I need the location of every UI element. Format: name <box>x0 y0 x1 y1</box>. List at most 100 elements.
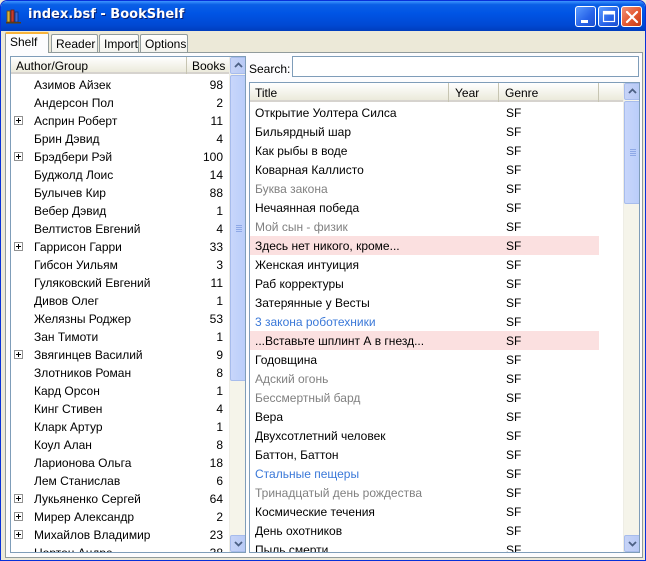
scroll-down-button[interactable] <box>624 535 639 552</box>
author-row[interactable]: Брин Дэвид 4 <box>11 130 229 148</box>
author-row[interactable]: Михайлов Владимир 23 <box>11 526 229 544</box>
column-books[interactable]: Books <box>187 57 229 74</box>
search-input[interactable] <box>292 56 639 77</box>
author-row[interactable]: Нортон Андре 38 <box>11 544 229 553</box>
tab-import[interactable]: Import <box>99 34 139 52</box>
scroll-down-button[interactable] <box>230 535 245 552</box>
author-row[interactable]: Кинг Стивен 4 <box>11 400 229 418</box>
author-name: Нортон Андре <box>34 546 113 553</box>
author-row[interactable]: Лем Станислав 6 <box>11 472 229 490</box>
book-genre: SF <box>506 239 522 253</box>
author-row[interactable]: Булычев Кир 88 <box>11 184 229 202</box>
book-genre: SF <box>506 429 522 443</box>
author-row[interactable]: Кард Орсон 1 <box>11 382 229 400</box>
author-row[interactable]: Звягинцев Василий 9 <box>11 346 229 364</box>
book-title: Пыль смерти <box>255 543 329 553</box>
book-count: 98 <box>209 78 223 92</box>
author-row[interactable]: Велтистов Евгений 4 <box>11 220 229 238</box>
book-row[interactable]: Вера SF <box>250 407 599 426</box>
book-row[interactable]: ...Вставьте шплинт А в гнезд... SF <box>250 331 599 350</box>
book-row[interactable]: Здесь нет никого, кроме... SF <box>250 236 599 255</box>
author-row[interactable]: Вебер Дэвид 1 <box>11 202 229 220</box>
author-name: Азимов Айзек <box>34 78 111 92</box>
book-list-scrollbar[interactable] <box>623 83 639 552</box>
book-count: 64 <box>209 492 223 506</box>
author-row[interactable]: Мирер Александр 2 <box>11 508 229 526</box>
author-list[interactable]: Author/Group Books Азимов Айзек 98 Андерсо… <box>10 56 246 553</box>
book-count: 88 <box>209 186 223 200</box>
column-author[interactable]: Author/Group <box>11 57 187 74</box>
maximize-button[interactable] <box>598 6 619 27</box>
book-row[interactable]: Тринадцатый день рождества SF <box>250 483 599 502</box>
author-list-scrollbar[interactable] <box>229 57 245 552</box>
author-row[interactable]: Гибсон Уильям 3 <box>11 256 229 274</box>
minimize-button[interactable] <box>575 6 596 27</box>
author-row[interactable]: Асприн Роберт 11 <box>11 112 229 130</box>
column-genre[interactable]: Genre <box>499 83 599 102</box>
book-row[interactable]: Стальные пещеры SF <box>250 464 599 483</box>
book-count: 11 <box>210 276 223 290</box>
author-row[interactable]: Коул Алан 8 <box>11 436 229 454</box>
book-row[interactable]: Адский огонь SF <box>250 369 599 388</box>
book-row[interactable]: Баттон, Баттон SF <box>250 445 599 464</box>
book-title: Буква закона <box>255 182 328 196</box>
author-row[interactable]: Гуляковский Евгений 11 <box>11 274 229 292</box>
tab-shelf[interactable]: Shelf <box>5 32 49 53</box>
author-row[interactable]: Зан Тимоти 1 <box>11 328 229 346</box>
expand-plus-icon[interactable] <box>14 494 23 503</box>
book-row[interactable]: 3 закона роботехники SF <box>250 312 599 331</box>
book-row[interactable]: Бильярдный шар SF <box>250 122 599 141</box>
book-row[interactable]: День охотников SF <box>250 521 599 540</box>
book-title: Коварная Каллисто <box>255 163 364 177</box>
author-row[interactable]: Брэдбери Рэй 100 <box>11 148 229 166</box>
author-row[interactable]: Буджолд Лоис 14 <box>11 166 229 184</box>
column-year[interactable]: Year <box>449 83 499 102</box>
expand-plus-icon[interactable] <box>14 242 23 251</box>
author-name: Брэдбери Рэй <box>34 150 113 164</box>
book-row[interactable]: Годовщина SF <box>250 350 599 369</box>
book-row[interactable]: Как рыбы в воде SF <box>250 141 599 160</box>
book-row[interactable]: Мой сын - физик SF <box>250 217 599 236</box>
book-row[interactable]: Открытие Уолтера Силса SF <box>250 103 599 122</box>
tab-options[interactable]: Options <box>140 34 188 52</box>
book-row[interactable]: Раб корректуры SF <box>250 274 599 293</box>
author-name: Кларк Артур <box>34 420 103 434</box>
author-row[interactable]: Гаррисон Гарри 33 <box>11 238 229 256</box>
close-button[interactable] <box>621 6 642 27</box>
scroll-thumb[interactable] <box>230 75 245 381</box>
book-row[interactable]: Двухсотлетний человек SF <box>250 426 599 445</box>
book-title: Адский огонь <box>255 372 329 386</box>
scroll-up-button[interactable] <box>230 57 245 74</box>
author-row[interactable]: Злотников Роман 8 <box>11 364 229 382</box>
book-count: 4 <box>216 132 223 146</box>
tab-reader[interactable]: Reader <box>51 34 98 52</box>
author-row[interactable]: Лукьяненко Сергей 64 <box>11 490 229 508</box>
expand-plus-icon[interactable] <box>14 350 23 359</box>
author-row[interactable]: Желязны Роджер 53 <box>11 310 229 328</box>
author-row[interactable]: Ларионова Ольга 18 <box>11 454 229 472</box>
expand-plus-icon[interactable] <box>14 512 23 521</box>
book-row[interactable]: Пыль смерти SF <box>250 540 599 553</box>
book-row[interactable]: Затерянные у Весты SF <box>250 293 599 312</box>
expand-plus-icon[interactable] <box>14 152 23 161</box>
book-count: 8 <box>216 366 223 380</box>
scroll-up-button[interactable] <box>624 83 639 100</box>
title-bar[interactable]: index.bsf - BookShelf <box>1 1 645 31</box>
author-row[interactable]: Азимов Айзек 98 <box>11 76 229 94</box>
book-row[interactable]: Бессмертный бард SF <box>250 388 599 407</box>
scroll-thumb[interactable] <box>624 101 639 204</box>
author-name: Дивов Олег <box>34 294 99 308</box>
book-list[interactable]: Title Year Genre Открытие Уолтера Силса S… <box>249 82 640 553</box>
author-row[interactable]: Кларк Артур 1 <box>11 418 229 436</box>
column-title[interactable]: Title <box>250 83 449 102</box>
book-row[interactable]: Космические течения SF <box>250 502 599 521</box>
author-row[interactable]: Андерсон Пол 2 <box>11 94 229 112</box>
author-row[interactable]: Дивов Олег 1 <box>11 292 229 310</box>
book-row[interactable]: Буква закона SF <box>250 179 599 198</box>
book-row[interactable]: Женская интуиция SF <box>250 255 599 274</box>
shelf-panel: Author/Group Books Азимов Айзек 98 Андерсо… <box>5 52 643 558</box>
book-row[interactable]: Коварная Каллисто SF <box>250 160 599 179</box>
expand-plus-icon[interactable] <box>14 530 23 539</box>
book-row[interactable]: Нечаянная победа SF <box>250 198 599 217</box>
expand-plus-icon[interactable] <box>14 116 23 125</box>
